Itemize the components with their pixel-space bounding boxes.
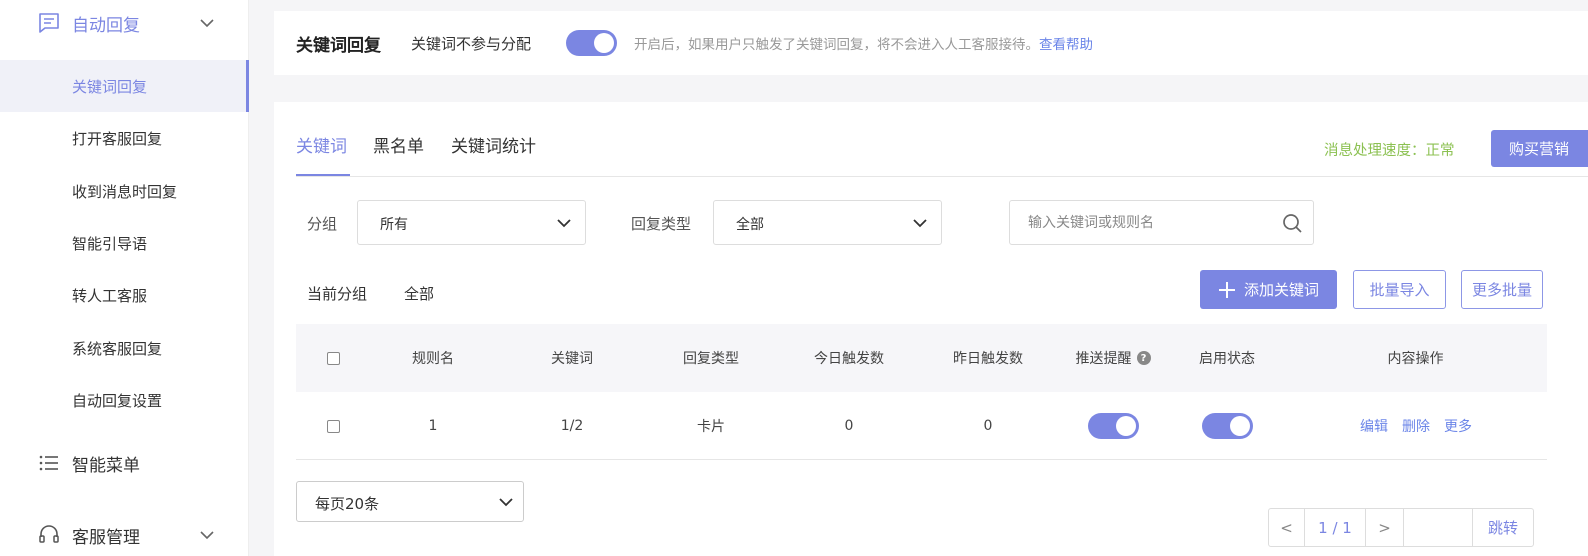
sidebar-item-guide[interactable]: 智能引导语 (0, 217, 249, 269)
page-size-value: 每页20条 (315, 495, 380, 513)
help-link[interactable]: 查看帮助 (1039, 37, 1093, 53)
push-reminder-toggle[interactable] (1087, 413, 1139, 439)
chevron-down-icon (913, 219, 927, 228)
sidebar-item-keyword-reply[interactable]: 关键词回复 (0, 60, 249, 112)
cell-content-ops: 编辑 删除 更多 (1296, 392, 1536, 460)
sidebar-item-label: 收到消息时回复 (72, 182, 178, 201)
more-link[interactable]: 更多 (1444, 416, 1472, 436)
col-rule-name: 规则名 (412, 351, 454, 367)
next-page-button[interactable]: > (1366, 509, 1404, 546)
buy-marketing-button[interactable]: 购买营销 (1491, 130, 1588, 167)
cell-push-reminder (1056, 392, 1170, 460)
plus-icon (1218, 281, 1235, 298)
reply-type-select[interactable]: 全部 (713, 200, 942, 245)
description-text: 开启后，如果用户只触发了关键词回复，将不会进入人工客服接待。 (634, 37, 1039, 53)
row-checkbox[interactable] (326, 419, 340, 433)
chevron-down-icon (557, 219, 571, 228)
page-indicator: 1 / 1 (1305, 509, 1366, 546)
page-jump-input[interactable] (1404, 509, 1473, 546)
col-reply-type: 回复类型 (683, 351, 739, 367)
col-yesterday-count: 昨日触发数 (953, 351, 1023, 367)
sidebar-item-settings[interactable]: 自动回复设置 (0, 374, 249, 426)
sidebar-item-transfer[interactable]: 转人工客服 (0, 269, 249, 321)
headset-icon (38, 524, 60, 546)
processing-speed-status: 消息处理速度：正常 (1324, 143, 1455, 159)
group-select-value: 所有 (380, 217, 408, 233)
search-input[interactable] (1028, 213, 1278, 233)
table-row: 1 1/2 卡片 0 0 编辑 删除 更多 (296, 392, 1547, 460)
select-all-checkbox[interactable] (326, 351, 340, 365)
sidebar-item-label: 智能引导语 (72, 234, 148, 253)
cell-enabled-status (1170, 392, 1284, 460)
sidebar-item-label: 系统客服回复 (72, 339, 163, 358)
settings-banner: 关键词回复 关键词不参与分配 开启后，如果用户只触发了关键词回复，将不会进入人工… (274, 11, 1588, 75)
col-enabled-status: 启用状态 (1199, 351, 1255, 367)
reply-type-select-value: 全部 (736, 217, 764, 233)
pagination: < 1 / 1 > 跳转 (1268, 508, 1534, 547)
tab-blacklist[interactable]: 黑名单 (373, 132, 424, 157)
row-checkbox-cell (296, 392, 370, 460)
group-filter-label: 分组 (307, 215, 338, 233)
page-size-select[interactable]: 每页20条 (296, 481, 524, 522)
sidebar: 自动回复 关键词回复 打开客服回复 收到消息时回复 智能引导语 转人工客服 系统… (0, 0, 249, 556)
cell-yesterday-count: 0 (983, 418, 993, 434)
cell-today-count: 0 (844, 418, 854, 434)
tab-keyword-stats[interactable]: 关键词统计 (451, 132, 536, 157)
group-select[interactable]: 所有 (357, 200, 586, 245)
chevron-down-icon (200, 19, 214, 28)
header-checkbox-cell (296, 324, 370, 392)
cell-keyword: 1/2 (560, 418, 584, 434)
add-keyword-label: 添加关键词 (1243, 281, 1319, 299)
search-icon[interactable] (1281, 212, 1303, 234)
cell-reply-type: 卡片 (697, 419, 725, 435)
no-distribution-toggle[interactable] (566, 30, 617, 56)
reply-type-filter-label: 回复类型 (631, 215, 692, 233)
cell-rule-name: 1 (428, 418, 438, 434)
sidebar-group-label: 客服管理 (72, 527, 140, 548)
keyword-search-box (1009, 200, 1314, 245)
tabs-divider (296, 176, 1588, 177)
sidebar-item-message-reply[interactable]: 收到消息时回复 (0, 165, 249, 217)
batch-import-button[interactable]: 批量导入 (1353, 270, 1446, 309)
current-group-filter[interactable]: 当前分组 (307, 283, 367, 304)
jump-button[interactable]: 跳转 (1473, 509, 1533, 546)
sidebar-item-label: 自动回复设置 (72, 391, 163, 410)
all-filter[interactable]: 全部 (404, 283, 434, 304)
sidebar-item-system-reply[interactable]: 系统客服回复 (0, 322, 249, 374)
message-icon (38, 12, 60, 34)
table-header: 规则名 关键词 回复类型 今日触发数 昨日触发数 推送提醒? 启用状态 内容操作 (296, 324, 1547, 392)
page-title: 关键词回复 (296, 35, 381, 56)
col-push-reminder: 推送提醒? (1056, 324, 1170, 392)
add-keyword-button[interactable]: 添加关键词 (1200, 270, 1337, 309)
chevron-down-icon (200, 531, 214, 540)
sidebar-item-open-cs-reply[interactable]: 打开客服回复 (0, 112, 249, 164)
col-content-ops: 内容操作 (1387, 351, 1444, 367)
delete-link[interactable]: 删除 (1402, 416, 1430, 436)
sidebar-group-label: 自动回复 (72, 15, 140, 36)
sidebar-group-auto-reply[interactable]: 自动回复 (0, 0, 249, 46)
help-icon[interactable]: ? (1136, 351, 1151, 365)
sidebar-group-label: 智能菜单 (72, 455, 140, 476)
prev-page-button[interactable]: < (1269, 509, 1305, 546)
col-push-reminder-label: 推送提醒 (1075, 351, 1132, 367)
tab-keywords[interactable]: 关键词 (296, 132, 347, 157)
main-panel: 关键词 黑名单 关键词统计 消息处理速度：正常 购买营销 分组 所有 回复类型 … (274, 102, 1588, 556)
more-batch-button[interactable]: 更多批量 (1461, 270, 1543, 309)
sidebar-group-cs-management[interactable]: 客服管理 (0, 512, 249, 556)
edit-link[interactable]: 编辑 (1360, 416, 1388, 436)
enabled-status-toggle[interactable] (1201, 413, 1253, 439)
chevron-down-icon (499, 498, 513, 507)
sidebar-item-label: 转人工客服 (72, 286, 148, 305)
sidebar-item-label: 打开客服回复 (72, 129, 163, 148)
sidebar-group-smart-menu[interactable]: 智能菜单 (0, 440, 249, 486)
sidebar-item-label: 关键词回复 (72, 77, 148, 96)
col-today-count: 今日触发数 (814, 351, 884, 367)
banner-description: 开启后，如果用户只触发了关键词回复，将不会进入人工客服接待。查看帮助 (634, 33, 1093, 53)
list-icon (38, 452, 60, 474)
col-keyword: 关键词 (551, 351, 593, 367)
toggle-label: 关键词不参与分配 (411, 34, 532, 53)
